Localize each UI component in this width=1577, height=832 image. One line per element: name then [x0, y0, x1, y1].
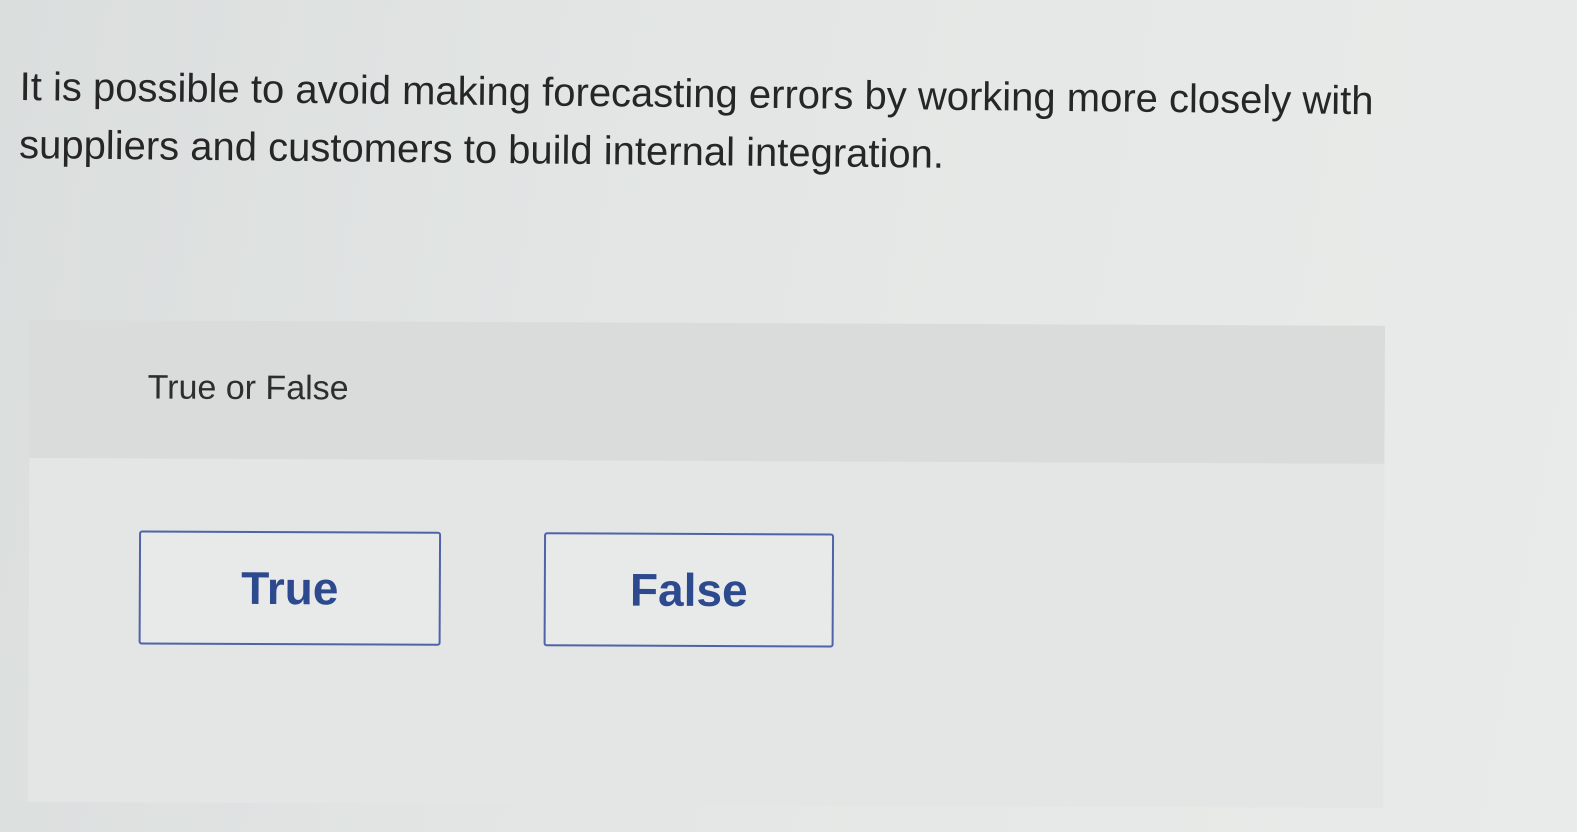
false-button[interactable]: False	[543, 532, 835, 648]
answer-options: True False	[27, 457, 1385, 808]
answer-panel: True or False True False	[27, 320, 1385, 808]
true-button[interactable]: True	[138, 530, 442, 646]
answer-panel-header: True or False	[29, 320, 1385, 464]
question-text: It is possible to avoid making forecasti…	[18, 64, 1374, 177]
question-type-prompt: True or False	[147, 368, 349, 408]
